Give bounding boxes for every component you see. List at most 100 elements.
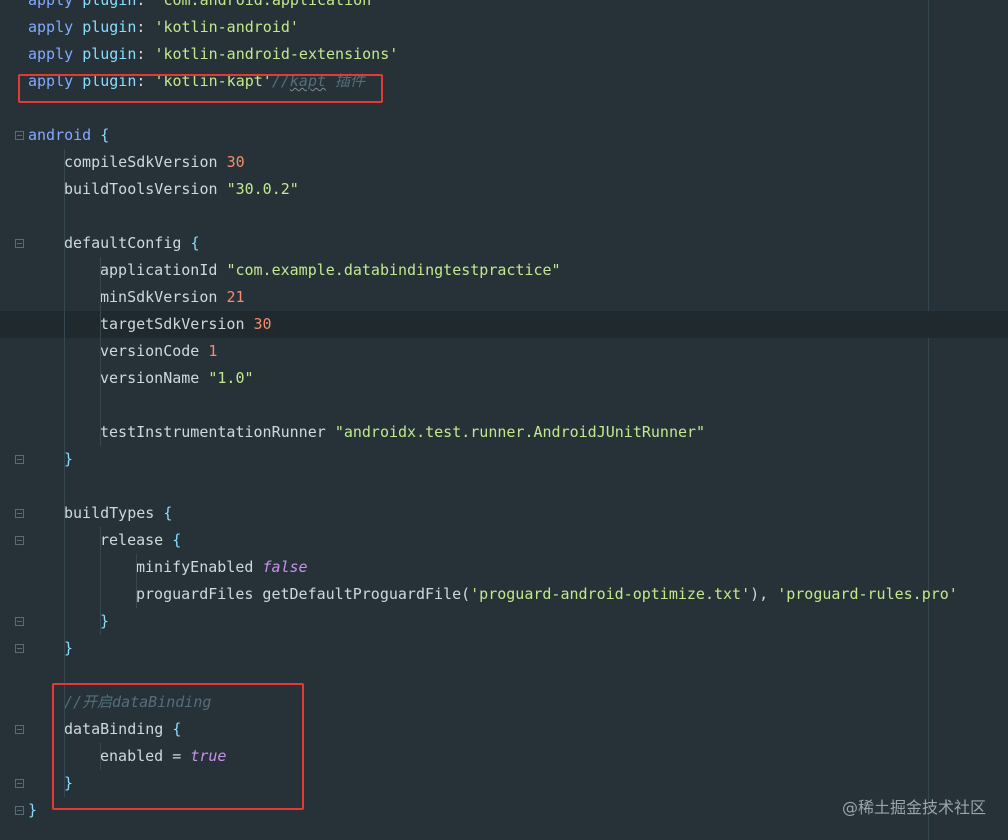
code-token: 1: [208, 342, 218, 360]
fold-marker-icon[interactable]: [15, 536, 24, 545]
code-token: false: [262, 558, 308, 576]
code-token: testInstrumentationRunner: [100, 423, 335, 441]
code-token: 30: [226, 153, 245, 171]
code-editor[interactable]: apply plugin: 'com.android.application' a…: [0, 0, 1008, 840]
fold-marker-icon[interactable]: [15, 779, 24, 788]
indent-guide: [100, 257, 101, 446]
code-token: minSdkVersion: [100, 288, 227, 306]
code-text: buildToolsVersion "30.0.2": [64, 176, 299, 203]
code-token: {: [172, 531, 182, 549]
code-token: 'com.android.application': [154, 0, 381, 9]
fold-marker-icon[interactable]: [15, 455, 24, 464]
code-text: apply plugin: 'kotlin-android': [28, 14, 299, 41]
kapt-plugin-highlight: [18, 74, 383, 103]
code-token: {: [190, 234, 200, 252]
code-line[interactable]: [0, 392, 1008, 419]
code-token: :: [136, 0, 155, 9]
code-token: plugin: [82, 45, 137, 63]
watermark: @稀土掘金技术社区: [841, 798, 986, 817]
fold-marker-icon[interactable]: [15, 509, 24, 518]
code-token: 'proguard-rules.pro': [777, 585, 958, 603]
code-text: }: [64, 635, 73, 662]
code-token: 30: [253, 315, 272, 333]
code-text: apply plugin: 'com.android.application': [28, 0, 380, 14]
code-text: applicationId "com.example.databindingte…: [100, 257, 561, 284]
indent-guide: [100, 527, 101, 635]
code-text: minSdkVersion 21: [100, 284, 245, 311]
code-line[interactable]: proguardFiles getDefaultProguardFile('pr…: [0, 581, 1008, 608]
code-text: testInstrumentationRunner "androidx.test…: [100, 419, 705, 446]
code-token: ),: [750, 585, 778, 603]
code-line[interactable]: versionCode 1: [0, 338, 1008, 365]
code-line[interactable]: apply plugin: 'com.android.application': [0, 0, 1008, 14]
code-token: buildToolsVersion: [64, 180, 227, 198]
code-line[interactable]: release {: [0, 527, 1008, 554]
code-text: defaultConfig {: [64, 230, 199, 257]
fold-marker-icon[interactable]: [15, 131, 24, 140]
code-token: versionName: [100, 369, 209, 387]
code-token: plugin: [82, 18, 137, 36]
code-token: buildTypes: [64, 504, 164, 522]
code-text: buildTypes {: [64, 500, 172, 527]
fold-marker-icon[interactable]: [15, 644, 24, 653]
code-token: 'kotlin-android': [154, 18, 299, 36]
code-line[interactable]: }: [0, 635, 1008, 662]
code-line[interactable]: }: [0, 608, 1008, 635]
code-token: {: [100, 126, 110, 144]
databinding-highlight: [52, 683, 304, 810]
code-text: apply plugin: 'kotlin-android-extensions…: [28, 41, 398, 68]
code-token: versionCode: [100, 342, 209, 360]
fold-marker-icon[interactable]: [15, 725, 24, 734]
code-line[interactable]: compileSdkVersion 30: [0, 149, 1008, 176]
code-token: defaultConfig: [64, 234, 191, 252]
code-token: proguardFiles getDefaultProguardFile(: [136, 585, 471, 603]
code-token: targetSdkVersion: [100, 315, 254, 333]
code-token: :: [136, 18, 155, 36]
code-line[interactable]: apply plugin: 'kotlin-android': [0, 14, 1008, 41]
code-text: release {: [100, 527, 181, 554]
code-token: "com.example.databindingtestpractice": [226, 261, 561, 279]
code-line[interactable]: buildTypes {: [0, 500, 1008, 527]
code-line[interactable]: minSdkVersion 21: [0, 284, 1008, 311]
code-token: apply: [28, 18, 74, 36]
code-line[interactable]: applicationId "com.example.databindingte…: [0, 257, 1008, 284]
fold-marker-icon[interactable]: [15, 239, 24, 248]
fold-marker-icon[interactable]: [15, 806, 24, 815]
code-line[interactable]: }: [0, 446, 1008, 473]
code-line[interactable]: apply plugin: 'kotlin-android-extensions…: [0, 41, 1008, 68]
code-line[interactable]: [0, 203, 1008, 230]
code-token: 'proguard-android-optimize.txt': [470, 585, 751, 603]
code-text: proguardFiles getDefaultProguardFile('pr…: [136, 581, 958, 608]
code-text: android {: [28, 122, 109, 149]
code-line[interactable]: testInstrumentationRunner "androidx.test…: [0, 419, 1008, 446]
code-token: "androidx.test.runner.AndroidJUnitRunner…: [334, 423, 706, 441]
code-token: 21: [226, 288, 245, 306]
code-token: }: [28, 801, 38, 819]
code-token: {: [163, 504, 173, 522]
code-line[interactable]: minifyEnabled false: [0, 554, 1008, 581]
code-text: minifyEnabled false: [136, 554, 308, 581]
code-line[interactable]: buildToolsVersion "30.0.2": [0, 176, 1008, 203]
code-text: versionCode 1: [100, 338, 217, 365]
code-token: apply: [28, 45, 74, 63]
indent-guide: [136, 554, 137, 608]
code-line[interactable]: [0, 473, 1008, 500]
code-line[interactable]: targetSdkVersion 30: [0, 311, 1008, 338]
code-token: 'kotlin-android-extensions': [154, 45, 399, 63]
code-token: "1.0": [208, 369, 254, 387]
code-token: release: [100, 531, 173, 549]
code-token: compileSdkVersion: [64, 153, 227, 171]
fold-marker-icon[interactable]: [15, 617, 24, 626]
code-line[interactable]: defaultConfig {: [0, 230, 1008, 257]
code-token: android: [28, 126, 92, 144]
code-line[interactable]: versionName "1.0": [0, 365, 1008, 392]
code-text: compileSdkVersion 30: [64, 149, 245, 176]
code-line[interactable]: android {: [0, 122, 1008, 149]
code-text: }: [100, 608, 109, 635]
code-token: "30.0.2": [226, 180, 299, 198]
code-token: apply: [28, 0, 74, 9]
code-text: }: [28, 797, 37, 824]
